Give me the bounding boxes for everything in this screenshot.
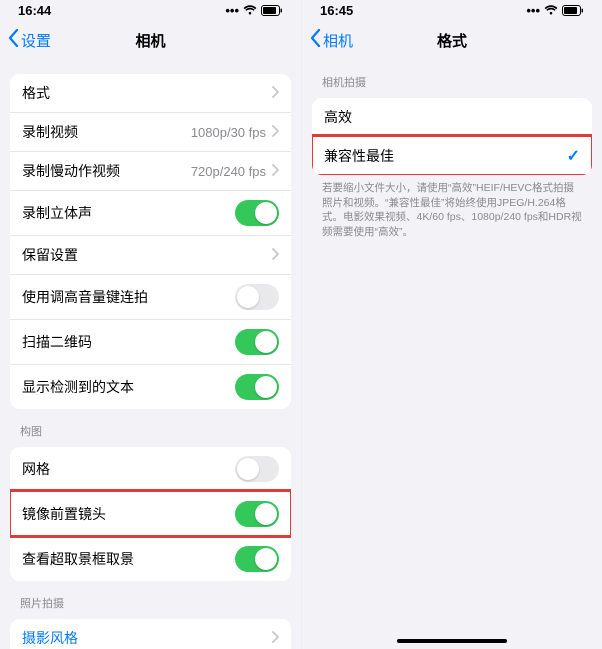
row-label: 查看超取景框取景 (22, 549, 134, 569)
settings-group-photo: 摄影风格 (10, 619, 291, 649)
settings-row[interactable]: 保留设置 (10, 235, 291, 274)
row-accessory: ✓ (567, 146, 580, 166)
settings-content: 相机拍摄 高效兼容性最佳 ✓ 若要缩小文件大小，请使用“高效”HEIF/HEVC格… (302, 60, 602, 649)
settings-row[interactable]: 录制立体声 (10, 190, 291, 235)
settings-row[interactable]: 镜像前置镜头 (10, 491, 291, 536)
row-label: 录制视频 (22, 122, 78, 142)
row-detail-text: 720p/240 fps (191, 164, 266, 179)
chevron-right-icon (272, 163, 279, 179)
row-label: 录制慢动作视频 (22, 161, 120, 181)
settings-row[interactable]: 网格 (10, 447, 291, 491)
settings-content: 格式录制视频 1080p/30 fps 录制慢动作视频 720p/240 fps 录制立… (0, 60, 301, 649)
row-label: 使用调高音量键连拍 (22, 287, 148, 307)
settings-row[interactable]: 录制慢动作视频 720p/240 fps (10, 151, 291, 190)
chevron-right-icon (272, 247, 279, 263)
settings-group-capture: 高效兼容性最佳 ✓ (312, 98, 592, 175)
row-detail-text: 1080p/30 fps (191, 125, 266, 140)
row-label: 显示检测到的文本 (22, 377, 134, 397)
nav-title: 格式 (437, 30, 467, 51)
row-label: 网格 (22, 459, 50, 479)
battery-icon (562, 5, 584, 16)
row-label: 高效 (324, 107, 352, 127)
chevron-left-icon (8, 29, 19, 51)
row-label: 录制立体声 (22, 203, 92, 223)
nav-back-label: 相机 (323, 30, 353, 51)
row-label: 镜像前置镜头 (22, 504, 106, 524)
nav-back-button[interactable]: 相机 (310, 29, 353, 51)
wifi-icon (544, 5, 558, 15)
cellular-icon: ••• (225, 3, 239, 18)
settings-row[interactable]: 录制视频 1080p/30 fps (10, 112, 291, 151)
chevron-right-icon (272, 85, 279, 101)
toggle-switch[interactable] (235, 546, 279, 572)
status-bar: 16:44 ••• (0, 0, 301, 20)
nav-back-button[interactable]: 设置 (8, 29, 51, 51)
status-right: ••• (526, 3, 584, 18)
settings-row[interactable]: 兼容性最佳 ✓ (312, 136, 592, 175)
settings-row[interactable]: 扫描二维码 (10, 319, 291, 364)
row-accessory (235, 200, 279, 226)
nav-bar: 设置 相机 (0, 20, 301, 60)
status-right: ••• (225, 3, 283, 18)
wifi-icon (243, 5, 257, 15)
row-accessory (235, 284, 279, 310)
toggle-switch[interactable] (235, 329, 279, 355)
nav-title: 相机 (135, 30, 165, 51)
nav-back-label: 设置 (21, 30, 51, 51)
group-header-composition: 构图 (10, 409, 291, 443)
settings-group-composition: 网格镜像前置镜头查看超取景框取景 (10, 447, 291, 581)
group-header-photo: 照片拍摄 (10, 581, 291, 615)
row-accessory (235, 456, 279, 482)
chevron-left-icon (310, 29, 321, 51)
settings-row[interactable]: 显示检测到的文本 (10, 364, 291, 409)
status-time: 16:44 (18, 3, 51, 18)
group-header-capture: 相机拍摄 (312, 60, 592, 94)
settings-row[interactable]: 高效 (312, 98, 592, 136)
battery-icon (261, 5, 283, 16)
row-accessory (235, 501, 279, 527)
row-label: 保留设置 (22, 245, 78, 265)
status-bar: 16:45 ••• (302, 0, 602, 20)
cellular-icon: ••• (526, 3, 540, 18)
row-label: 扫描二维码 (22, 332, 92, 352)
row-label: 格式 (22, 83, 50, 103)
nav-bar: 相机 格式 (302, 20, 602, 60)
chevron-right-icon (272, 124, 279, 140)
settings-row[interactable]: 摄影风格 (10, 619, 291, 649)
home-indicator[interactable] (397, 639, 507, 643)
phone-formats-settings: 16:45 ••• 相机 格式 相机拍摄 高效兼容性最佳 ✓ 若要缩小文件大小，请… (301, 0, 602, 649)
toggle-switch[interactable] (235, 200, 279, 226)
row-accessory: 720p/240 fps (191, 163, 279, 179)
row-accessory: 1080p/30 fps (191, 124, 279, 140)
row-accessory (235, 374, 279, 400)
toggle-switch[interactable] (235, 501, 279, 527)
toggle-switch[interactable] (235, 284, 279, 310)
row-label: 兼容性最佳 (324, 146, 394, 166)
group-footer-capture: 若要缩小文件大小，请使用“高效”HEIF/HEVC格式拍摄照片和视频。“兼容性最… (312, 175, 592, 240)
phone-camera-settings: 16:44 ••• 设置 相机 格式录制视频 1080p/30 fps 录制慢动作视… (0, 0, 301, 649)
row-accessory (272, 85, 279, 101)
row-accessory (235, 329, 279, 355)
row-accessory (272, 630, 279, 646)
status-time: 16:45 (320, 3, 353, 18)
row-accessory (235, 546, 279, 572)
row-label: 摄影风格 (22, 628, 78, 648)
settings-row[interactable]: 使用调高音量键连拍 (10, 274, 291, 319)
toggle-switch[interactable] (235, 374, 279, 400)
settings-row[interactable]: 查看超取景框取景 (10, 536, 291, 581)
check-icon: ✓ (567, 146, 580, 166)
toggle-switch[interactable] (235, 456, 279, 482)
chevron-right-icon (272, 630, 279, 646)
settings-group-main: 格式录制视频 1080p/30 fps 录制慢动作视频 720p/240 fps 录制立… (10, 74, 291, 409)
settings-row[interactable]: 格式 (10, 74, 291, 112)
row-accessory (272, 247, 279, 263)
